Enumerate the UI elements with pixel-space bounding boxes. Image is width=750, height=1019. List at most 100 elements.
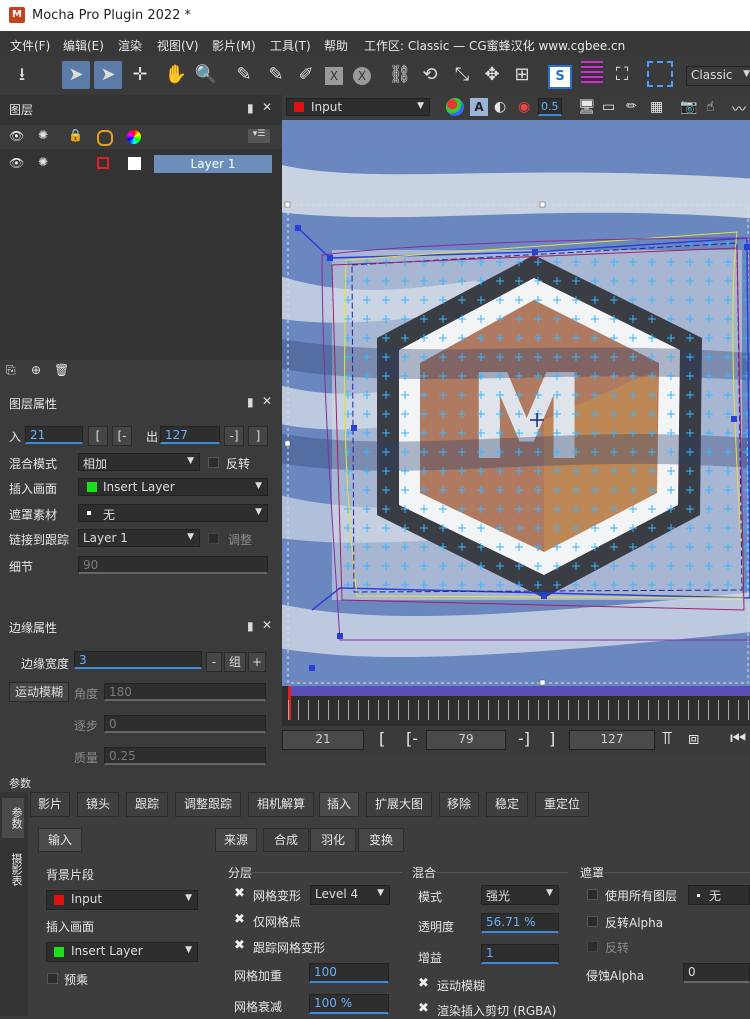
save-icon[interactable]: ⭳: [8, 61, 36, 89]
track-mesh-checkbox[interactable]: ✖: [234, 938, 245, 953]
grid-icon[interactable]: [578, 61, 606, 89]
tab-insert[interactable]: 插入: [319, 792, 359, 817]
subtab-feather[interactable]: 羽化: [310, 828, 356, 852]
tab-reorient[interactable]: 扩展大图: [366, 792, 432, 817]
blend-mode-select[interactable]: 相加: [78, 453, 200, 471]
tab-relocate[interactable]: 重定位: [535, 792, 589, 817]
link-icon[interactable]: ⛓: [386, 61, 414, 89]
tab-stabilize[interactable]: 稳定: [486, 792, 528, 817]
in-point-button[interactable]: [: [379, 729, 385, 748]
tab-lens[interactable]: 镜头: [77, 792, 119, 817]
mesh-weight-field[interactable]: 100: [309, 963, 389, 983]
rgb-channels-icon[interactable]: [446, 98, 464, 116]
viewer-canvas[interactable]: M: [282, 120, 750, 686]
key-icon[interactable]: ⫪: [662, 728, 672, 749]
scale-icon[interactable]: ⤡: [448, 61, 476, 89]
edge-width-field[interactable]: 3: [74, 651, 202, 669]
tab-track[interactable]: 跟踪: [126, 792, 168, 817]
in-point-set-button[interactable]: [: [88, 426, 108, 446]
pointer-view-icon[interactable]: ☝: [706, 99, 715, 115]
eye-icon[interactable]: 👁: [9, 156, 24, 170]
monitor-alt-icon[interactable]: ▭: [602, 99, 615, 115]
adjust-checkbox[interactable]: [208, 533, 219, 544]
panel-float-icon[interactable]: ▮: [247, 101, 254, 115]
in-point-field[interactable]: 21: [25, 426, 83, 444]
brush-icon[interactable]: ✐: [292, 61, 320, 89]
close-icon[interactable]: ✕: [262, 394, 272, 408]
transform-grid-icon[interactable]: ⊞: [508, 61, 536, 89]
quality-field[interactable]: 0.25: [104, 747, 266, 765]
motion-blur-button[interactable]: 运动模糊: [9, 682, 69, 702]
menu-render[interactable]: 渲染: [118, 37, 142, 54]
select-tool-icon[interactable]: ➤: [62, 61, 90, 89]
path-view-icon[interactable]: 〰: [732, 99, 746, 119]
mesh-warp-checkbox[interactable]: ✖: [234, 886, 245, 901]
mesh-only-checkbox[interactable]: ✖: [234, 912, 245, 927]
motion-blur-checkbox[interactable]: ✖: [418, 976, 429, 991]
x-spline-circle-icon[interactable]: X: [348, 61, 376, 89]
menu-tools[interactable]: 工具(T): [270, 37, 311, 54]
input-tab[interactable]: 输入: [38, 828, 82, 852]
grid-view-icon[interactable]: ▦: [650, 99, 663, 115]
side-tab-dopesheet[interactable]: 摄影表: [2, 846, 24, 892]
mesh-decay-field[interactable]: 100 %: [309, 994, 389, 1014]
menu-view[interactable]: 视图(V): [157, 37, 199, 54]
out-point-field[interactable]: 127: [160, 426, 220, 444]
edge-plus-button[interactable]: +: [248, 652, 266, 672]
overlay-icon[interactable]: ◐: [494, 99, 506, 115]
insert-clip-select-2[interactable]: Insert Layer: [46, 942, 198, 962]
close-icon[interactable]: ✕: [262, 100, 272, 114]
gain-field[interactable]: 1: [481, 944, 559, 964]
angle-field[interactable]: 180: [104, 683, 266, 701]
snapshot-icon[interactable]: 📷: [680, 99, 697, 115]
invert-checkbox-2[interactable]: [587, 941, 598, 952]
panel-float-icon[interactable]: ▮: [247, 619, 254, 633]
go-start-icon[interactable]: ⏮: [730, 728, 746, 749]
x-spline-box-icon[interactable]: X: [320, 61, 348, 89]
tab-camera-solve[interactable]: 相机解算: [248, 792, 314, 817]
mid-frame-field[interactable]: 79: [426, 730, 506, 750]
color-wheel-icon[interactable]: [97, 130, 113, 146]
opacity-field[interactable]: 56.71 %: [481, 913, 559, 933]
menu-workspace[interactable]: 工作区: Classic — CG蜜蜂汉化 www.cgbee.cn: [364, 37, 625, 54]
close-icon[interactable]: ✕: [262, 618, 272, 632]
pen-view-icon[interactable]: ✏: [626, 99, 637, 114]
layer-name[interactable]: Layer 1: [154, 155, 272, 173]
subtab-source[interactable]: 来源: [215, 828, 257, 852]
link-to-track-select[interactable]: Layer 1: [78, 529, 200, 547]
gear-icon[interactable]: ✺: [38, 155, 48, 169]
premultiply-checkbox[interactable]: [47, 973, 58, 984]
rotate-icon[interactable]: ⟲: [416, 61, 444, 89]
render-cut-checkbox[interactable]: ✖: [418, 1001, 429, 1016]
select-point-tool-icon[interactable]: ➤: [94, 61, 122, 89]
menu-help[interactable]: 帮助: [324, 37, 348, 54]
bounding-box-icon[interactable]: [646, 61, 674, 89]
menu-file[interactable]: 文件(F): [10, 37, 50, 54]
current-frame-field[interactable]: 21: [282, 730, 364, 750]
blend-mode-select-2[interactable]: 强光: [481, 885, 559, 905]
layer-color-swatch[interactable]: [97, 157, 109, 169]
subtab-transform[interactable]: 变换: [358, 828, 404, 852]
new-layer-icon[interactable]: ⎘: [6, 363, 16, 378]
go-out-button[interactable]: -]: [518, 729, 530, 748]
tab-adjust-track[interactable]: 调整跟踪: [175, 792, 241, 817]
bezier-pen-icon[interactable]: ✎: [262, 61, 290, 89]
panel-float-icon[interactable]: ▮: [247, 395, 254, 409]
end-frame-field[interactable]: 127: [569, 730, 655, 750]
trash-icon[interactable]: 🗑: [54, 363, 69, 377]
insert-clip-select[interactable]: Insert Layer: [78, 478, 268, 496]
invert-checkbox[interactable]: [208, 457, 219, 468]
layer-row[interactable]: 👁 ✺ Layer 1: [0, 153, 282, 175]
matte-layer-select[interactable]: 无: [688, 885, 750, 905]
monitor-icon[interactable]: 🖥: [578, 99, 596, 115]
matte-opacity-field[interactable]: 0.5: [538, 98, 562, 116]
timeline-ruler[interactable]: [282, 686, 750, 726]
planar-corners-icon[interactable]: ⛶: [608, 61, 636, 89]
detail-field[interactable]: 90: [78, 556, 268, 574]
matte-color-swatch[interactable]: [128, 157, 141, 170]
matte-view-icon[interactable]: ◉: [518, 99, 530, 115]
lock-icon[interactable]: 🔒: [68, 128, 83, 142]
bg-clip-select[interactable]: Input: [46, 890, 198, 910]
gear-icon[interactable]: ✺: [38, 128, 48, 142]
color-icon[interactable]: [127, 130, 141, 144]
